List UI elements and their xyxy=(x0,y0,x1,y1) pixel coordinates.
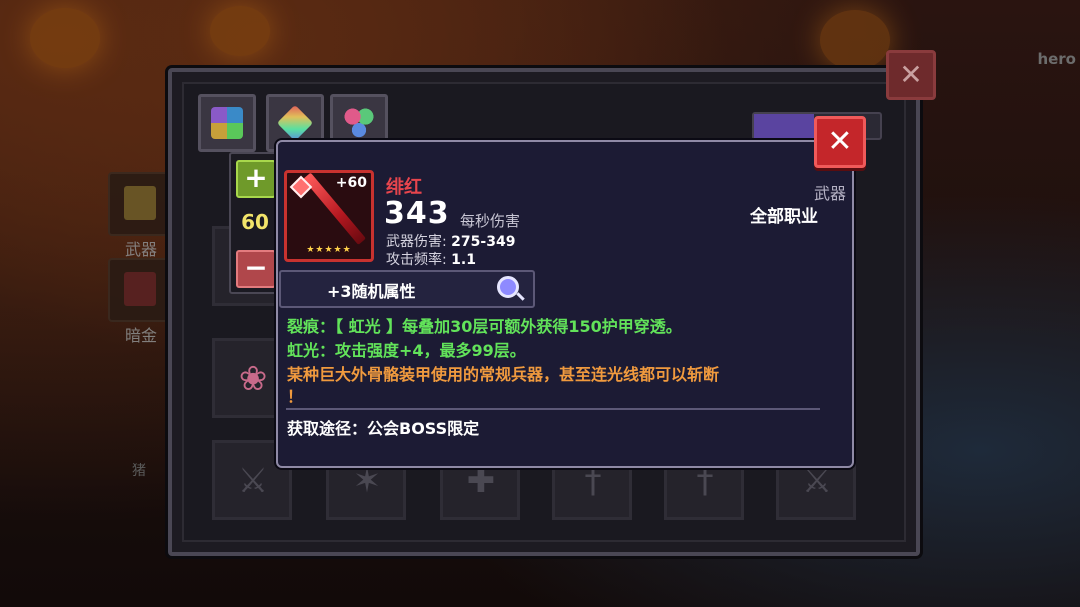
magnifier-icon xyxy=(497,276,519,298)
enhance-badge: +60 xyxy=(335,175,367,191)
lantern-decoration xyxy=(820,10,890,70)
attack-rate-stat: 攻击频率: 1.1 xyxy=(386,249,476,269)
weapon-damage-label: 武器伤害: xyxy=(386,234,447,250)
lantern-decoration xyxy=(30,8,100,68)
weapon-damage-stat: 武器伤害: 275-349 xyxy=(386,231,515,251)
currency-bar-fill xyxy=(754,114,814,138)
side-tab-label: 暗金 xyxy=(124,326,157,345)
dark-gold-tab-icon xyxy=(124,272,156,306)
sword-icon: ⚔ xyxy=(237,461,269,501)
side-tab-dark-gold[interactable]: 暗金 xyxy=(108,258,174,345)
enhance-level-value: 60 xyxy=(241,210,269,234)
item-class: 全部职业 xyxy=(750,207,818,227)
background-label: 猪 xyxy=(132,463,146,479)
panel-close-button[interactable]: ✕ xyxy=(886,50,936,100)
tooltip-close-button[interactable]: ✕ xyxy=(814,116,866,168)
close-icon: ✕ xyxy=(827,124,853,159)
weapon-damage-value: 275-349 xyxy=(451,234,516,250)
attack-rate-value: 1.1 xyxy=(451,252,476,268)
item-category: 武器 xyxy=(813,184,846,203)
tooltip-divider xyxy=(286,408,820,410)
effect-line: 裂痕：【 虹光 】每叠加30层可额外获得150护甲穿透。 xyxy=(287,317,682,336)
dps-value: 343 xyxy=(384,196,450,231)
attack-rate-label: 攻击频率: xyxy=(386,252,447,268)
weapon-tab-icon xyxy=(124,186,156,220)
random-attributes-button[interactable]: +3随机属性 xyxy=(279,270,535,308)
side-tab-weapon[interactable]: 武器 xyxy=(108,172,174,259)
side-tab-label: 武器 xyxy=(124,240,157,259)
fruit-bowl-icon: ❀ xyxy=(238,359,268,399)
orbs-tab-icon xyxy=(343,107,375,139)
enhance-stepper: + 60 − xyxy=(229,152,281,294)
decrease-button[interactable]: − xyxy=(236,250,276,288)
effect-line: 虹光：攻击强度+4，最多99层。 xyxy=(287,341,526,360)
acquisition-source: 获取途径：公会BOSS限定 xyxy=(287,419,480,438)
grid-tab-icon xyxy=(211,107,243,139)
gem-tab-icon xyxy=(276,104,314,142)
hero-tag: hero xyxy=(1037,50,1076,68)
close-icon: ✕ xyxy=(899,58,923,91)
flavor-text: ！ xyxy=(287,387,304,406)
item-icon-slot: +60 ★★★★★ xyxy=(284,170,374,262)
random-attributes-label: +3随机属性 xyxy=(327,282,416,301)
increase-button[interactable]: + xyxy=(236,160,276,198)
dps-label: 每秒伤害 xyxy=(460,212,521,230)
star-rating: ★★★★★ xyxy=(306,245,352,255)
lantern-decoration xyxy=(210,6,270,56)
flavor-text: 某种巨大外骨骼装甲使用的常规兵器，甚至连光线都可以斩断 xyxy=(287,365,720,384)
inventory-tab-1[interactable] xyxy=(198,94,256,152)
